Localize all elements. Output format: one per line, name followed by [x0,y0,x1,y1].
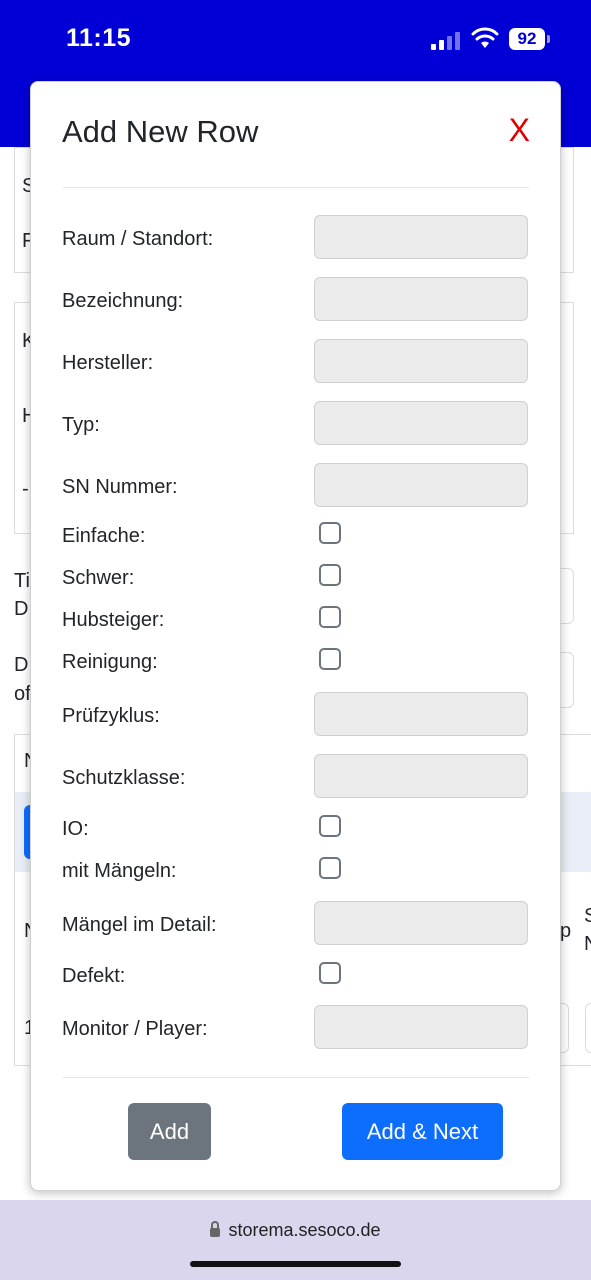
bg-text: S [584,905,591,927]
field-label: Hersteller: [62,352,154,374]
field-label: Typ: [62,414,100,436]
bg-cell-2 [585,1003,591,1053]
field-label: Schutzklasse: [62,767,186,789]
einfache-checkbox[interactable] [319,522,341,544]
browser-url-bar[interactable]: storema.sesoco.de [0,1200,591,1280]
close-button[interactable]: X [509,112,530,149]
reinigung-checkbox[interactable] [319,648,341,670]
field-label: Raum / Standort: [62,228,214,250]
wifi-icon [471,27,499,48]
add-button[interactable]: Add [128,1103,211,1160]
footer-divider [63,1077,529,1078]
cellular-signal-icon [431,30,463,50]
field-label: Einfache: [62,525,146,547]
field-label: Prüfzyklus: [62,705,160,727]
home-indicator[interactable] [190,1261,401,1267]
field-label: IO: [62,818,89,840]
bg-text: p [560,920,572,942]
bg-text: N [584,933,591,956]
lock-icon [210,1221,221,1237]
bg-text: of [14,683,31,705]
header-divider [63,187,529,188]
schutzklasse-input[interactable] [314,754,528,798]
field-label: Reinigung: [62,651,158,673]
bg-text: D [14,598,29,620]
bg-text: D [14,654,29,676]
add-row-modal: Add New Row X Raum / Standort: Bezeichnu… [30,81,561,1191]
typ-input[interactable] [314,401,528,445]
field-label: Bezeichnung: [62,290,184,312]
mit-maengeln-checkbox[interactable] [319,857,341,879]
raum-standort-input[interactable] [314,215,528,259]
field-label: Defekt: [62,965,126,987]
bezeichnung-input[interactable] [314,277,528,321]
io-checkbox[interactable] [319,815,341,837]
field-label: Hubsteiger: [62,609,165,631]
battery-tip [547,35,550,43]
url-display[interactable]: storema.sesoco.de [0,1220,591,1241]
pruefzyklus-input[interactable] [314,692,528,736]
url-text: storema.sesoco.de [228,1220,381,1240]
field-label: Mängel im Detail: [62,914,217,936]
maengel-im-detail-input[interactable] [314,901,528,945]
monitor-player-input[interactable] [314,1005,528,1049]
bg-text: Ti [14,570,30,592]
sn-nummer-input[interactable] [314,463,528,507]
field-label: SN Nummer: [62,476,178,498]
add-next-button[interactable]: Add & Next [342,1103,503,1160]
schwer-checkbox[interactable] [319,564,341,586]
hubsteiger-checkbox[interactable] [319,606,341,628]
clock: 11:15 [66,24,132,52]
defekt-checkbox[interactable] [319,962,341,984]
hersteller-input[interactable] [314,339,528,383]
battery-icon: 92 [509,28,545,50]
field-label: Schwer: [62,567,135,589]
field-label: Monitor / Player: [62,1018,208,1040]
bg-text: - [22,478,29,500]
field-label: mit Mängeln: [62,860,177,882]
modal-title: Add New Row [62,114,259,149]
